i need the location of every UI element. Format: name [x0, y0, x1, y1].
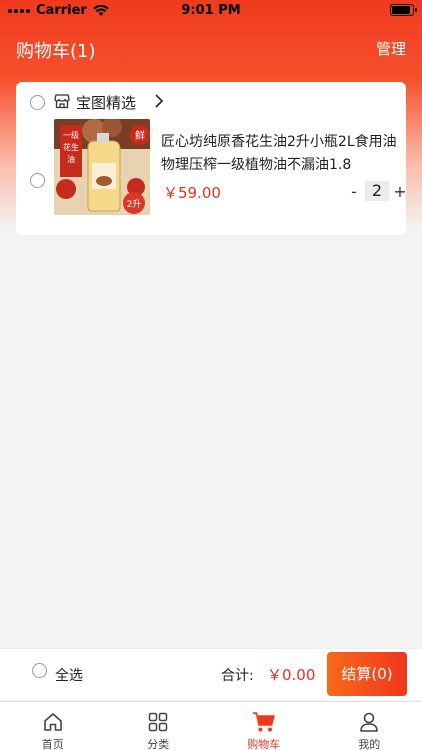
svg-text:2升: 2升 — [127, 199, 142, 210]
select-all-radio[interactable] — [32, 663, 47, 678]
tab-profile-label: 我的 — [358, 738, 381, 750]
select-all-label[interactable]: 全选 — [55, 665, 83, 685]
tab-cart[interactable]: 购物车 — [211, 702, 317, 750]
total-value: ￥0.00 — [267, 666, 316, 684]
status-time: 9:01 PM — [181, 3, 241, 18]
tab-cart-label: 购物车 — [247, 738, 281, 750]
cart-icon — [252, 712, 275, 732]
page-title: 购物车(1) — [16, 41, 96, 62]
product-image[interactable]: 一级 花生 油 鲜 2升 — [54, 119, 150, 215]
tab-home[interactable]: 首页 — [0, 702, 106, 750]
manage-button[interactable]: 管理 — [376, 38, 406, 59]
battery-icon — [390, 4, 417, 16]
shop-select-radio[interactable] — [30, 95, 45, 110]
svg-text:一级: 一级 — [63, 130, 79, 140]
tab-category[interactable]: 分类 — [106, 702, 212, 750]
chevron-right-icon[interactable] — [154, 94, 164, 108]
tab-category-label: 分类 — [147, 738, 170, 750]
checkout-button[interactable]: 结算(0) — [327, 652, 407, 696]
quantity-value[interactable]: 2 — [365, 181, 389, 201]
home-icon — [43, 713, 62, 731]
tab-profile[interactable]: 我的 — [317, 702, 422, 750]
cart-shop-card: 宝图精选 一级 花生 油 鲜 2升 匠心坊纯原香花生油2升小瓶2L食用油物理压榨… — [16, 82, 408, 235]
quantity-decrease-button[interactable]: - — [346, 182, 362, 201]
quantity-stepper: - 2 + — [346, 181, 408, 201]
total-label: 合计: — [221, 668, 254, 684]
quantity-increase-button[interactable]: + — [392, 182, 408, 201]
svg-text:花生: 花生 — [63, 142, 79, 152]
item-select-radio[interactable] — [30, 173, 45, 188]
status-bar: Carrier 9:01 PM — [0, 0, 422, 22]
shop-icon — [54, 94, 70, 109]
svg-text:油: 油 — [67, 154, 75, 164]
product-title[interactable]: 匠心坊纯原香花生油2升小瓶2L食用油物理压榨一级植物油不漏油1.8 — [161, 131, 401, 177]
shop-name-link[interactable]: 宝图精选 — [76, 92, 136, 113]
user-icon — [360, 712, 379, 732]
product-price: ￥59.00 — [163, 184, 221, 202]
category-grid-icon — [149, 712, 168, 732]
tab-bar: 首页 分类 购物车 我的 — [0, 701, 422, 750]
checkout-bar: 全选 合计: ￥0.00 结算(0) — [0, 648, 422, 700]
svg-text:鲜: 鲜 — [135, 129, 145, 142]
tab-home-label: 首页 — [41, 738, 64, 750]
shop-header: 宝图精选 — [16, 92, 406, 112]
